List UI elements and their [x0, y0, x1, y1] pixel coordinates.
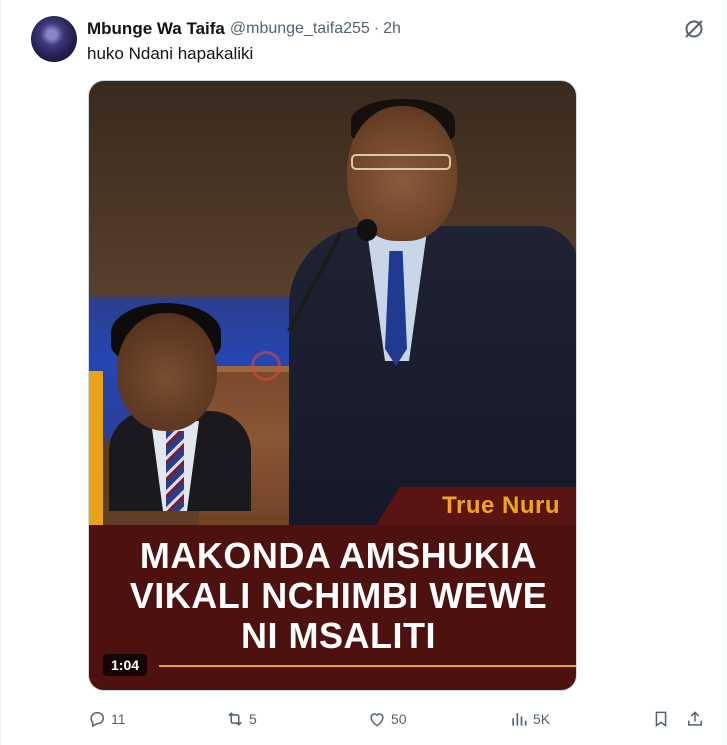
bookmark-icon: [655, 711, 667, 728]
reply-icon: [90, 712, 104, 728]
action-bar: 11 5 50 5K: [87, 706, 714, 732]
like-button[interactable]: 50: [367, 706, 407, 732]
watermark-icon: [251, 351, 281, 381]
separator: ·: [373, 20, 380, 37]
video-duration: 1:04: [103, 654, 148, 676]
share-button[interactable]: [685, 706, 709, 732]
reply-count: 11: [111, 711, 126, 727]
reply-button[interactable]: 11: [87, 706, 126, 732]
like-count: 50: [391, 711, 407, 727]
tweet-card[interactable]: Mbunge Wa Taifa @mbunge_taifa255 · 2h hu…: [0, 0, 727, 745]
video-headline: MAKONDA AMSHUKIA VIKALI NCHIMBI WEWE NI …: [129, 535, 548, 656]
repost-icon: [228, 712, 242, 726]
views-count: 5K: [533, 711, 551, 727]
grok-icon[interactable]: [682, 17, 706, 41]
tweet-text: huko Ndani hapakaliki: [87, 44, 254, 63]
author-handle[interactable]: @mbunge_taifa255: [230, 20, 370, 38]
tweet-header: Mbunge Wa Taifa @mbunge_taifa255 · 2h: [87, 18, 706, 40]
avatar[interactable]: [31, 16, 77, 62]
brand-label: True Nuru: [442, 492, 560, 519]
microphone-icon: [357, 219, 377, 241]
author-name[interactable]: Mbunge Wa Taifa: [87, 19, 225, 39]
repost-count: 5: [249, 711, 257, 727]
views-icon: [512, 713, 527, 726]
tweet-timestamp[interactable]: 2h: [383, 20, 401, 38]
bookmark-button[interactable]: [651, 706, 675, 732]
share-icon: [688, 711, 702, 726]
progress-bar[interactable]: [159, 665, 576, 667]
video-player[interactable]: True Nuru MAKONDA AMSHUKIA VIKALI NCHIMB…: [88, 80, 577, 691]
speaker-glasses: [351, 154, 451, 170]
repost-button[interactable]: 5: [225, 706, 257, 732]
inset-tie: [166, 431, 184, 511]
heart-icon: [370, 713, 384, 727]
views-button[interactable]: 5K: [509, 706, 550, 732]
inset-head: [117, 313, 217, 431]
